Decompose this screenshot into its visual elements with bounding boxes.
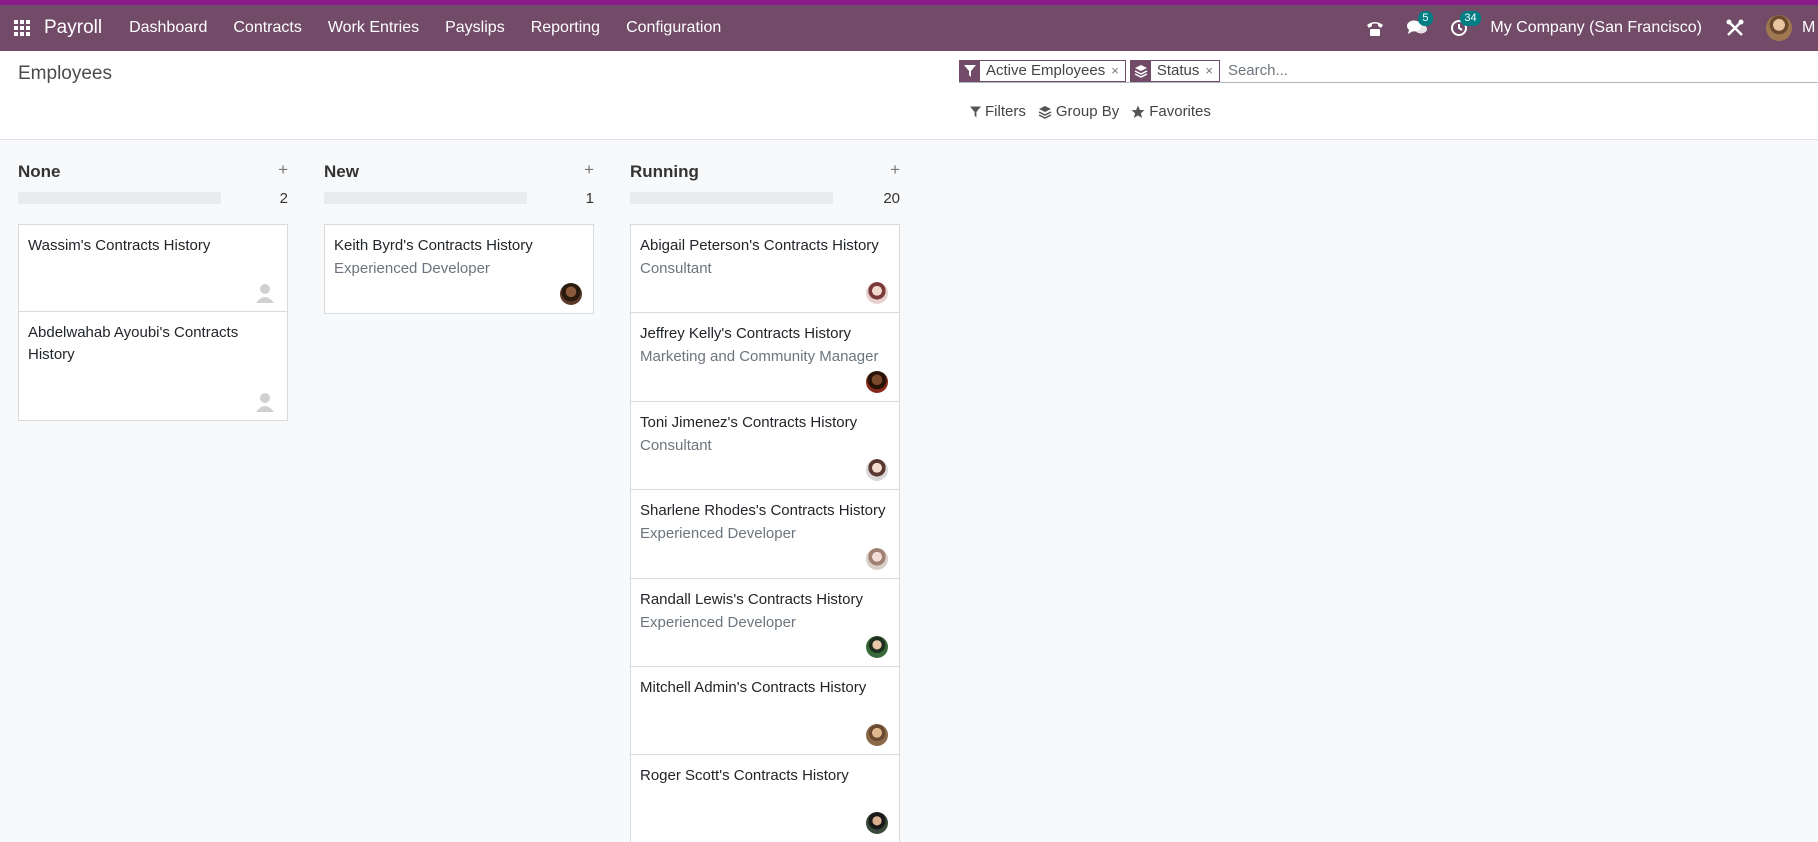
kanban-card[interactable]: Jeffrey Kelly's Contracts History Market…	[631, 313, 899, 402]
employee-avatar	[866, 812, 888, 834]
search-bar: Active Employees × Status ×	[959, 59, 1818, 83]
card-title: Toni Jimenez's Contracts History	[640, 414, 858, 431]
menu-contracts[interactable]: Contracts	[220, 19, 314, 37]
card-job-title: Consultant	[640, 260, 712, 277]
employee-avatar	[866, 636, 888, 658]
column-cards: Keith Byrd's Contracts History Experienc…	[324, 224, 594, 314]
menu-reporting[interactable]: Reporting	[518, 19, 613, 37]
column-add-icon[interactable]: +	[890, 160, 900, 180]
kanban-card[interactable]: Randall Lewis's Contracts History Experi…	[631, 579, 899, 667]
placeholder-avatar-icon	[254, 281, 276, 303]
card-job-title: Experienced Developer	[640, 614, 796, 631]
facet-value: Active Employees	[986, 62, 1106, 79]
activities-badge: 34	[1460, 11, 1481, 26]
column-add-icon[interactable]: +	[584, 160, 594, 180]
company-switcher[interactable]: My Company (San Francisco)	[1490, 19, 1702, 37]
messages-icon[interactable]: 5	[1406, 11, 1433, 39]
breadcrumb: Employees	[18, 63, 112, 84]
employee-avatar	[866, 548, 888, 570]
card-title: Roger Scott's Contracts History	[640, 767, 849, 784]
navbar-systray: 5 34 My Company (San Francisco) M	[1364, 5, 1818, 51]
favorites-button[interactable]: Favorites	[1131, 103, 1211, 120]
facet-remove-icon[interactable]: ×	[1205, 61, 1219, 81]
search-input[interactable]	[1223, 59, 1818, 82]
card-job-title: Experienced Developer	[640, 525, 796, 542]
column-title: None	[18, 162, 61, 181]
card-title: Randall Lewis's Contracts History	[640, 591, 863, 608]
favorites-label: Favorites	[1149, 103, 1211, 120]
filter-icon	[960, 60, 980, 81]
column-count: 2	[279, 190, 288, 207]
facet-active-employees: Active Employees ×	[959, 59, 1126, 82]
filters-label: Filters	[985, 103, 1026, 120]
column-count: 1	[585, 190, 594, 207]
kanban-card[interactable]: Mitchell Admin's Contracts History	[631, 667, 899, 755]
column-count: 20	[883, 190, 900, 207]
kanban-card[interactable]: Keith Byrd's Contracts History Experienc…	[325, 225, 593, 313]
star-icon	[1131, 105, 1145, 118]
user-avatar[interactable]	[1766, 15, 1792, 41]
kanban-card[interactable]: Abigail Peterson's Contracts History Con…	[631, 225, 899, 313]
column-cards: Abigail Peterson's Contracts History Con…	[630, 224, 900, 842]
group-by-button[interactable]: Group By	[1038, 103, 1119, 120]
column-progress-bar[interactable]	[630, 192, 833, 204]
control-panel: Employees Active Employees × Status × Fi…	[0, 51, 1818, 140]
employee-avatar	[866, 459, 888, 481]
group-by-label: Group By	[1055, 103, 1120, 120]
menu-work-entries[interactable]: Work Entries	[315, 19, 432, 37]
card-job-title: Experienced Developer	[334, 260, 490, 277]
layers-icon	[1038, 105, 1052, 119]
filters-button[interactable]: Filters	[970, 103, 1026, 120]
activities-clock-icon[interactable]: 34	[1448, 11, 1481, 39]
card-job-title: Marketing and Community Manager	[640, 348, 879, 365]
apps-menu-icon[interactable]	[14, 20, 30, 36]
app-name[interactable]: Payroll	[44, 17, 102, 39]
column-cards: Wassim's Contracts History Abdelwahab Ay…	[18, 224, 288, 421]
kanban-card[interactable]: Roger Scott's Contracts History	[631, 755, 899, 842]
card-title: Keith Byrd's Contracts History	[334, 237, 533, 254]
card-title: Abdelwahab Ayoubi's Contracts History	[28, 324, 239, 363]
placeholder-avatar-icon	[254, 390, 276, 412]
card-job-title: Consultant	[640, 437, 712, 454]
card-title: Mitchell Admin's Contracts History	[640, 679, 867, 696]
facet-remove-icon[interactable]: ×	[1111, 61, 1125, 81]
card-title: Jeffrey Kelly's Contracts History	[640, 325, 851, 342]
group-by-icon	[1130, 60, 1151, 81]
facet-status: Status ×	[1129, 59, 1220, 82]
kanban-card[interactable]: Abdelwahab Ayoubi's Contracts History	[19, 312, 287, 420]
column-add-icon[interactable]: +	[278, 160, 288, 180]
filter-icon	[970, 106, 981, 117]
messages-badge: 5	[1418, 11, 1433, 26]
search-tools: Filters Group By Favorites	[970, 103, 1211, 120]
employee-avatar	[866, 371, 888, 393]
column-progress-bar[interactable]	[18, 192, 221, 204]
kanban-card[interactable]: Wassim's Contracts History	[19, 225, 287, 312]
main-navbar: Payroll Dashboard Contracts Work Entries…	[0, 5, 1818, 51]
employee-avatar	[560, 283, 582, 305]
card-title: Abigail Peterson's Contracts History	[640, 237, 879, 254]
menu-dashboard[interactable]: Dashboard	[116, 19, 220, 37]
debug-tools-icon[interactable]	[1724, 17, 1746, 39]
employee-avatar	[866, 282, 888, 304]
employee-avatar	[866, 724, 888, 746]
column-title: New	[324, 162, 359, 181]
user-name-initial[interactable]: M	[1802, 19, 1818, 37]
card-title: Wassim's Contracts History	[28, 237, 211, 254]
kanban-card[interactable]: Sharlene Rhodes's Contracts History Expe…	[631, 490, 899, 579]
menu-payslips[interactable]: Payslips	[432, 19, 518, 37]
column-title: Running	[630, 162, 699, 181]
kanban-card[interactable]: Toni Jimenez's Contracts History Consult…	[631, 402, 899, 490]
menu-configuration[interactable]: Configuration	[613, 19, 734, 37]
phone-icon[interactable]	[1364, 17, 1386, 39]
card-title: Sharlene Rhodes's Contracts History	[640, 502, 886, 519]
facet-value: Status	[1156, 62, 1200, 79]
column-progress-bar[interactable]	[324, 192, 527, 204]
